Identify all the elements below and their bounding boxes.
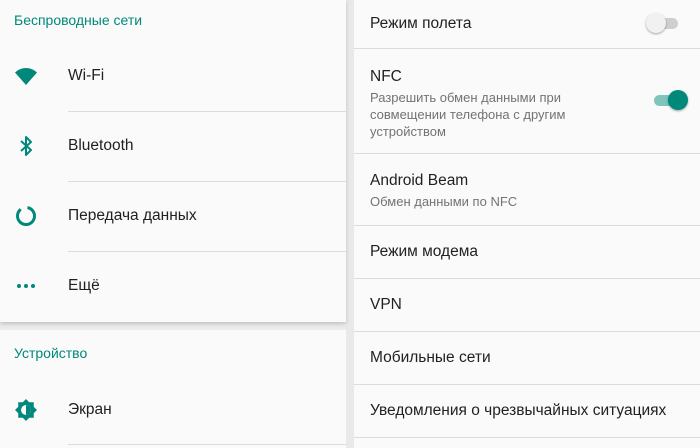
nfc-title: NFC: [370, 68, 402, 85]
settings-item-vpn[interactable]: VPN: [354, 279, 700, 331]
display-label: Экран: [68, 401, 112, 418]
settings-item-data-usage[interactable]: Передача данных: [0, 182, 346, 250]
toggle-thumb: [646, 13, 666, 33]
wifi-icon: [15, 68, 37, 85]
settings-item-nfc[interactable]: NFC Разрешить обмен данными при совмещен…: [354, 49, 700, 153]
bluetooth-icon: [20, 136, 32, 156]
brightness-icon: [15, 399, 37, 421]
divider: [354, 437, 700, 438]
settings-item-emergency-alerts[interactable]: Уведомления о чрезвычайных ситуациях: [354, 385, 700, 437]
settings-item-more[interactable]: Ещё: [0, 252, 346, 320]
mobile-networks-title: Мобильные сети: [370, 349, 491, 366]
android-beam-subtitle: Обмен данными по NFC: [370, 194, 518, 209]
airplane-mode-toggle[interactable]: [646, 12, 682, 34]
emergency-alerts-title: Уведомления о чрезвычайных ситуациях: [370, 402, 667, 419]
settings-main-list: Беспроводные сети Wi-Fi Bluetooth Переда…: [0, 0, 346, 448]
settings-item-wifi[interactable]: Wi-Fi: [0, 42, 346, 110]
divider: [68, 444, 346, 445]
settings-item-bluetooth[interactable]: Bluetooth: [0, 112, 346, 180]
bluetooth-label: Bluetooth: [68, 137, 134, 154]
device-card: Устройство Экран: [0, 330, 346, 448]
more-label: Ещё: [68, 277, 100, 294]
data-usage-icon: [16, 206, 36, 226]
settings-item-tethering[interactable]: Режим модема: [354, 226, 700, 278]
settings-item-airplane-mode[interactable]: Режим полета: [354, 0, 700, 48]
wireless-section-header: Беспроводные сети: [14, 12, 143, 28]
settings-item-display[interactable]: Экран: [0, 376, 346, 444]
more-dots-icon: [17, 284, 35, 288]
toggle-thumb: [668, 90, 688, 110]
nfc-subtitle: Разрешить обмен данными при совмещении т…: [370, 90, 566, 139]
settings-item-mobile-networks[interactable]: Мобильные сети: [354, 332, 700, 384]
settings-item-android-beam[interactable]: Android Beam Обмен данными по NFC: [354, 154, 700, 225]
airplane-mode-title: Режим полета: [370, 15, 472, 32]
nfc-toggle[interactable]: [652, 89, 688, 111]
tethering-title: Режим модема: [370, 243, 478, 260]
wifi-label: Wi-Fi: [68, 67, 105, 84]
vpn-title: VPN: [370, 296, 402, 313]
wireless-card: Беспроводные сети Wi-Fi Bluetooth Переда…: [0, 0, 346, 322]
device-section-header: Устройство: [14, 345, 88, 361]
android-beam-title: Android Beam: [370, 172, 469, 189]
wireless-more-list: Режим полета NFC Разрешить обмен данными…: [354, 0, 700, 448]
data-usage-label: Передача данных: [68, 207, 197, 224]
